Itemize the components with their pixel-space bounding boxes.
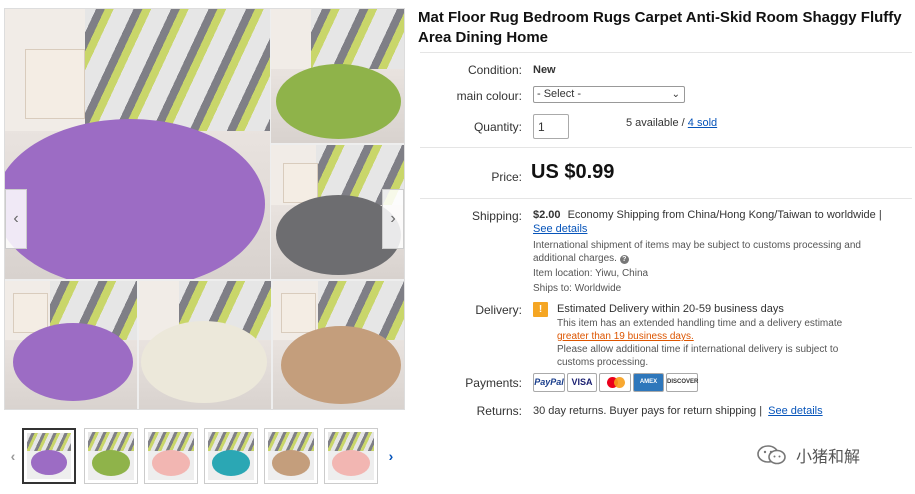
delivery-label: Delivery: (475, 303, 522, 317)
photo-green-rug (271, 9, 404, 143)
returns-label: Returns: (476, 404, 522, 418)
thumbnail-purple[interactable] (22, 428, 76, 484)
colour-label: main colour: (456, 89, 522, 103)
shipping-note-line1: International shipment of items may be s… (533, 240, 861, 251)
divider (420, 198, 912, 199)
thumbnail-next-button[interactable]: › (384, 444, 398, 468)
delivery-line4: customs processing. (557, 357, 649, 368)
delivery-estimate: Estimated Delivery within 20-59 business… (557, 303, 784, 315)
colour-select-value: - Select - (537, 88, 582, 100)
gallery-prev-button[interactable]: ‹ (5, 189, 27, 249)
watermark: 小猪和解 (756, 441, 860, 469)
shipping-note-line2-wrap: additional charges. ? (533, 252, 861, 265)
delivery-line3: Please allow additional time if internat… (557, 344, 839, 355)
colour-select[interactable]: - Select - ⌄ (533, 86, 685, 103)
chevron-left-icon: ‹ (13, 210, 19, 227)
help-icon[interactable]: ? (619, 255, 629, 264)
visa-icon: VISA (567, 373, 597, 392)
main-photo-purple-rug (5, 9, 270, 279)
shipping-details-link[interactable]: See details (533, 223, 587, 235)
item-location: Item location: Yiwu, China (533, 267, 648, 280)
thumbnail-green[interactable] (84, 428, 138, 484)
payments-label: Payments: (465, 376, 522, 390)
shipping-note-line2: additional charges. (533, 253, 617, 264)
available-count: 5 available / (626, 117, 685, 129)
listing-title: Mat Floor Rug Bedroom Rugs Carpet Anti-S… (418, 9, 902, 46)
ships-to: Ships to: Worldwide (533, 282, 621, 295)
mastercard-icon (599, 373, 631, 392)
availability: 5 available / 4 sold (626, 117, 717, 129)
ships-to-value: Worldwide (574, 283, 622, 294)
chevron-right-icon: › (390, 210, 396, 227)
gallery-next-button[interactable]: › (382, 189, 404, 249)
item-location-label: Item location: (533, 268, 593, 279)
shipping-note: International shipment of items may be s… (533, 239, 861, 265)
delivery-info-icon: ! (533, 302, 548, 317)
item-location-value: Yiwu, China (595, 268, 649, 279)
thumbnail-strip: ‹ › (4, 426, 404, 490)
thumbnail-teal[interactable] (204, 428, 258, 484)
discover-icon: DISCOVER (666, 373, 698, 392)
divider (420, 52, 912, 53)
divider (420, 147, 912, 148)
amex-icon: AMEX (633, 373, 664, 392)
delivery-line1: This item has an extended handling time … (557, 318, 843, 329)
price-value: US $0.99 (531, 161, 615, 183)
delivery-details: This item has an extended handling time … (557, 317, 842, 369)
ships-to-label: Ships to: (533, 283, 572, 294)
wechat-logo-icon (756, 444, 788, 466)
thumbnail-pink[interactable] (144, 428, 198, 484)
returns-line: 30 day returns. Buyer pays for return sh… (533, 405, 823, 417)
shipping-line: $2.00 Economy Shipping from China/Hong K… (533, 209, 882, 221)
quantity-label: Quantity: (473, 120, 522, 134)
shipping-method: Economy Shipping from China/Hong Kong/Ta… (567, 209, 882, 221)
shipping-label: Shipping: (471, 209, 522, 223)
delivery-line2: greater than 19 business days. (557, 331, 694, 342)
sold-link[interactable]: 4 sold (688, 117, 717, 129)
main-image-gallery[interactable]: ‹ › (4, 8, 405, 410)
quantity-input[interactable]: 1 (533, 114, 569, 139)
watermark-text: 小猪和解 (796, 447, 861, 466)
thumbnail-pink-2[interactable] (324, 428, 378, 484)
price-label: Price: (491, 170, 522, 184)
chevron-down-icon: ⌄ (671, 89, 680, 100)
returns-text: 30 day returns. Buyer pays for return sh… (533, 405, 763, 417)
photo-tan-rug (273, 281, 404, 409)
returns-details-link[interactable]: See details (768, 405, 822, 417)
condition-label: Condition: (467, 63, 522, 77)
condition-value: New (533, 64, 556, 76)
photo-purple-rug-small (5, 281, 137, 409)
photo-cream-rug (139, 281, 271, 409)
thumbnail-tan[interactable] (264, 428, 318, 484)
shipping-cost: $2.00 (533, 209, 561, 221)
thumbnail-prev-button[interactable]: ‹ (6, 444, 20, 468)
paypal-icon: PayPal (533, 373, 565, 392)
